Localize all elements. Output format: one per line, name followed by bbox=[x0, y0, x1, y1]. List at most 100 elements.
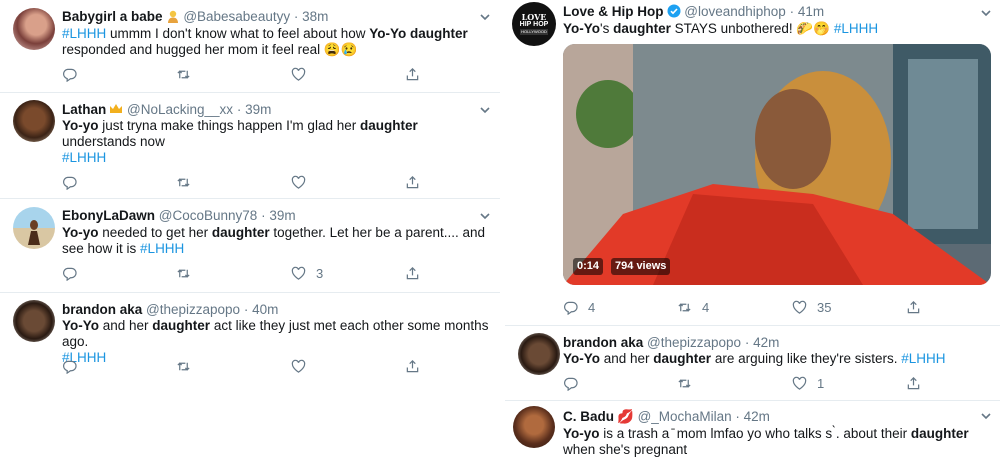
timestamp[interactable]: 42m bbox=[753, 335, 779, 350]
reply-icon bbox=[63, 176, 77, 190]
avatar[interactable] bbox=[13, 8, 55, 50]
user-handle[interactable]: @Babesabeautyy bbox=[183, 9, 290, 24]
display-name[interactable]: Lathan bbox=[62, 102, 106, 117]
timestamp[interactable]: 42m bbox=[744, 409, 770, 424]
like-count: 1 bbox=[817, 375, 825, 391]
hashtag[interactable]: #LHHH bbox=[62, 26, 106, 41]
share-button[interactable] bbox=[906, 298, 921, 316]
user-handle[interactable]: @loveandhiphop bbox=[684, 4, 786, 19]
like-icon bbox=[792, 376, 807, 390]
retweet-button[interactable] bbox=[677, 374, 702, 392]
hashtag[interactable]: #LHHH bbox=[62, 150, 106, 165]
person-emoji-icon bbox=[166, 9, 180, 23]
display-name[interactable]: C. Badu bbox=[563, 409, 614, 424]
chevron-down-icon[interactable] bbox=[979, 409, 993, 423]
reply-icon bbox=[63, 267, 77, 281]
share-button[interactable] bbox=[405, 65, 420, 83]
hashtag[interactable]: #LHHH bbox=[901, 351, 945, 366]
tweet[interactable]: brandon aka @thepizzapopo · 40m Yo-Yo an… bbox=[0, 293, 500, 387]
like-button[interactable]: 1 bbox=[792, 374, 824, 392]
retweet-button[interactable] bbox=[176, 65, 201, 83]
like-button[interactable] bbox=[291, 173, 316, 191]
share-button[interactable] bbox=[906, 374, 921, 392]
retweet-button[interactable]: 4 bbox=[677, 298, 709, 316]
tweet[interactable]: Lathan @NoLacking__xx · 39m Yo-yo just t… bbox=[0, 93, 500, 199]
reply-button[interactable] bbox=[62, 264, 87, 282]
reply-button[interactable] bbox=[62, 357, 87, 375]
like-icon bbox=[291, 67, 306, 81]
avatar[interactable] bbox=[13, 100, 55, 142]
like-button[interactable] bbox=[291, 65, 316, 83]
retweet-icon bbox=[177, 69, 190, 79]
chevron-down-icon[interactable] bbox=[478, 209, 492, 223]
retweet-icon bbox=[678, 302, 691, 312]
avatar[interactable] bbox=[518, 333, 560, 375]
timestamp[interactable]: 38m bbox=[302, 9, 328, 24]
tweet[interactable]: brandon aka @thepizzapopo · 42m Yo-Yo an… bbox=[505, 326, 1000, 401]
tweet[interactable]: EbonyLaDawn @CocoBunny78 · 39m Yo-yo nee… bbox=[0, 199, 500, 293]
user-handle[interactable]: @_MochaMilan bbox=[638, 409, 732, 424]
avatar[interactable] bbox=[13, 207, 55, 249]
hashtag[interactable]: #LHHH bbox=[834, 21, 878, 36]
share-button[interactable] bbox=[405, 264, 420, 282]
user-handle[interactable]: @thepizzapopo bbox=[146, 302, 240, 317]
tweet-actions: 1 bbox=[563, 374, 963, 392]
reply-count: 4 bbox=[588, 299, 596, 315]
tweet-header: Love & Hip Hop @loveandhiphop · 41m bbox=[563, 4, 825, 19]
timestamp[interactable]: 39m bbox=[245, 102, 271, 117]
user-handle[interactable]: @NoLacking__xx bbox=[127, 102, 233, 117]
tweet[interactable]: C. Badu 💋 @_MochaMilan · 42m Yo-yo is a t… bbox=[505, 401, 1000, 457]
hashtag[interactable]: #LHHH bbox=[140, 241, 184, 256]
video-player[interactable]: 0:14 794 views bbox=[563, 44, 991, 285]
tweet[interactable]: Babygirl a babe @Babesabeautyy · 38m #LH… bbox=[0, 0, 500, 93]
reply-button[interactable] bbox=[62, 173, 87, 191]
reply-icon bbox=[564, 301, 578, 315]
reply-button[interactable]: 4 bbox=[563, 298, 595, 316]
display-name[interactable]: Love & Hip Hop bbox=[563, 4, 664, 19]
display-name[interactable]: Babygirl a babe bbox=[62, 9, 163, 24]
chevron-down-icon[interactable] bbox=[478, 103, 492, 117]
share-button[interactable] bbox=[405, 357, 420, 375]
display-name[interactable]: brandon aka bbox=[563, 335, 643, 350]
like-count: 3 bbox=[316, 265, 324, 281]
tweet-header: Babygirl a babe @Babesabeautyy · 38m bbox=[62, 9, 329, 24]
retweet-count: 4 bbox=[702, 299, 710, 315]
display-name[interactable]: brandon aka bbox=[62, 302, 142, 317]
tweet-header: Lathan @NoLacking__xx · 39m bbox=[62, 102, 272, 117]
verified-icon bbox=[667, 4, 681, 18]
avatar[interactable] bbox=[13, 300, 55, 342]
tweet[interactable]: LOVE HIP HOP HOLLYWOOD Love & Hip Hop @l… bbox=[505, 0, 1000, 326]
chevron-down-icon[interactable] bbox=[478, 10, 492, 24]
timestamp[interactable]: 41m bbox=[798, 4, 824, 19]
retweet-button[interactable] bbox=[176, 357, 201, 375]
tweet-text: Yo-yo is a trash a ̄ mom lmfao yo who ta… bbox=[563, 426, 969, 457]
tweet-actions: 4 4 35 bbox=[563, 298, 963, 316]
retweet-button[interactable] bbox=[176, 173, 201, 191]
user-handle[interactable]: @CocoBunny78 bbox=[159, 208, 258, 223]
kiss-emoji: 💋 bbox=[617, 409, 634, 424]
tweet-text: Yo-yo needed to get her daughter togethe… bbox=[62, 225, 486, 256]
chevron-down-icon[interactable] bbox=[979, 6, 993, 20]
user-handle[interactable]: @thepizzapopo bbox=[647, 335, 741, 350]
reply-button[interactable] bbox=[62, 65, 87, 83]
retweet-button[interactable] bbox=[176, 264, 201, 282]
tweet-text: #LHHH ummm I don't know what to feel abo… bbox=[62, 26, 468, 57]
share-icon bbox=[907, 376, 920, 389]
reply-icon bbox=[564, 377, 578, 391]
timestamp[interactable]: 40m bbox=[252, 302, 278, 317]
avatar[interactable] bbox=[513, 406, 555, 448]
tweet-text: Yo-Yo and her daughter are arguing like … bbox=[563, 351, 946, 366]
like-count: 35 bbox=[817, 299, 832, 315]
timestamp[interactable]: 39m bbox=[269, 208, 295, 223]
love-hip-hop-logo[interactable]: LOVE HIP HOP HOLLYWOOD bbox=[512, 2, 556, 46]
like-button[interactable]: 35 bbox=[792, 298, 831, 316]
tweet-actions bbox=[62, 357, 462, 375]
retweet-icon bbox=[678, 378, 691, 388]
display-name[interactable]: EbonyLaDawn bbox=[62, 208, 155, 223]
retweet-icon bbox=[177, 268, 190, 278]
share-button[interactable] bbox=[405, 173, 420, 191]
like-button[interactable]: 3 bbox=[291, 264, 323, 282]
reply-button[interactable] bbox=[563, 374, 588, 392]
like-button[interactable] bbox=[291, 357, 316, 375]
tweet-text: Yo-yo just tryna make things happen I'm … bbox=[62, 118, 418, 165]
